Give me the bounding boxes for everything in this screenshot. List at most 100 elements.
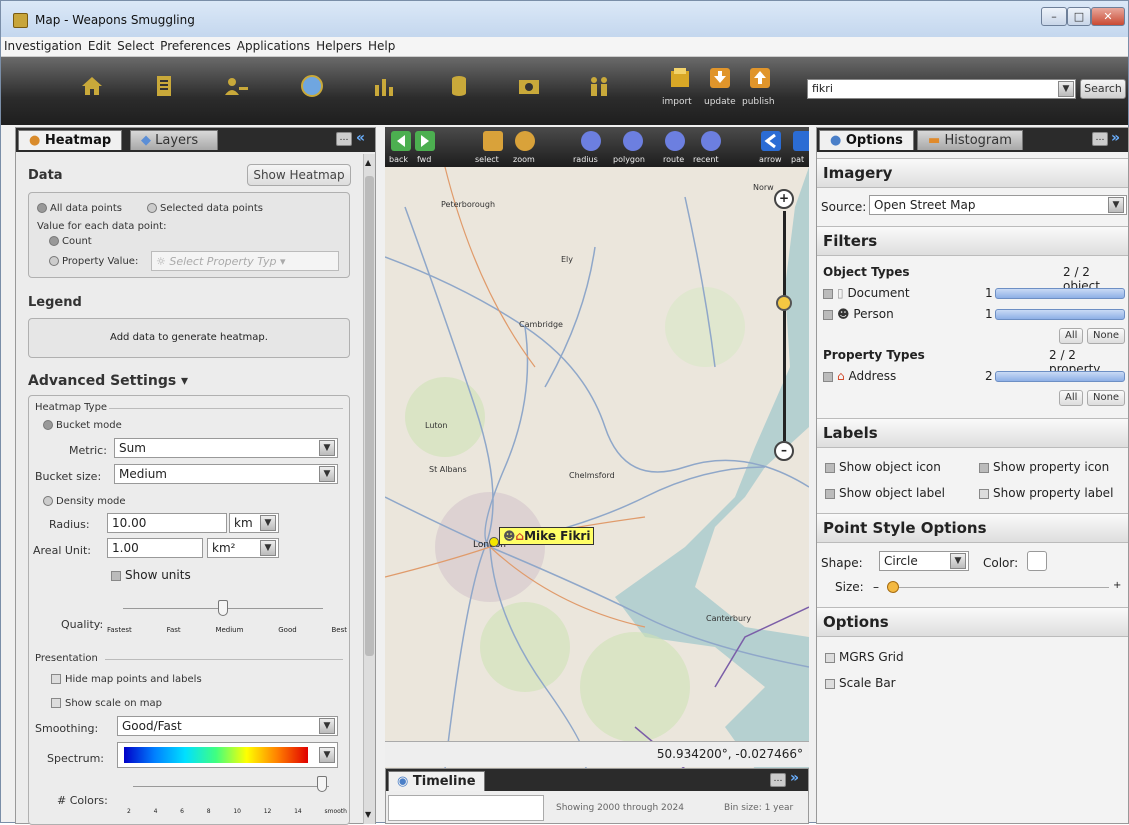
radius-input[interactable]: 10.00: [107, 513, 227, 533]
home-icon[interactable]: [79, 73, 105, 99]
all-points-radio[interactable]: All data points: [37, 203, 122, 214]
menu-preferences[interactable]: Preferences: [157, 37, 234, 53]
collapse-left-icon[interactable]: «: [356, 130, 365, 146]
density-mode-radio[interactable]: Density mode: [43, 496, 126, 507]
filter-address[interactable]: ⌂ Address: [823, 369, 896, 383]
mgrs-grid-checkbox[interactable]: MGRS Grid: [825, 650, 904, 664]
properties-all-button[interactable]: All: [1059, 390, 1084, 406]
menu-applications[interactable]: Applications: [234, 37, 313, 53]
tab-options[interactable]: ● Options: [819, 130, 914, 150]
selected-points-radio[interactable]: Selected data points: [147, 203, 263, 214]
areal-unit-select[interactable]: km² ▼: [207, 538, 279, 558]
menu-investigation[interactable]: Investigation: [1, 37, 85, 53]
polygon-icon[interactable]: [623, 131, 643, 151]
route-icon[interactable]: [665, 131, 685, 151]
show-heatmap-button[interactable]: Show Heatmap: [247, 164, 351, 186]
left-panel-scrollbar[interactable]: ▲ ▼: [363, 154, 375, 824]
database-icon[interactable]: [446, 73, 472, 99]
search-input[interactable]: fikri: [807, 79, 1076, 99]
source-select[interactable]: Open Street Map ▼: [869, 195, 1127, 215]
publish-icon[interactable]: [749, 67, 771, 89]
panel-menu-button[interactable]: …: [336, 132, 352, 146]
hide-points-checkbox[interactable]: Hide map points and labels: [51, 674, 202, 685]
zoom-in-button[interactable]: +: [774, 189, 794, 209]
import-icon[interactable]: [669, 67, 691, 89]
path-tool-icon[interactable]: [793, 131, 809, 151]
size-slider-track[interactable]: [887, 587, 1109, 588]
advanced-settings-toggle[interactable]: Advanced Settings ▾: [28, 373, 188, 389]
collapse-right-icon[interactable]: »: [1111, 130, 1120, 146]
zoom-out-button[interactable]: –: [774, 441, 794, 461]
zoom-slider-track[interactable]: [783, 211, 786, 441]
bucket-mode-radio[interactable]: Bucket mode: [43, 420, 122, 431]
bucket-size-select[interactable]: Medium ▼: [114, 464, 338, 484]
forward-arrow-icon[interactable]: [415, 131, 435, 151]
camera-icon[interactable]: [516, 73, 542, 99]
scroll-down-icon[interactable]: ▼: [365, 810, 371, 819]
areal-unit-input[interactable]: 1.00: [107, 538, 203, 558]
metric-select[interactable]: Sum ▼: [114, 438, 338, 458]
show-property-icon-checkbox[interactable]: Show property icon: [979, 460, 1109, 474]
properties-none-button[interactable]: None: [1087, 390, 1126, 406]
color-swatch[interactable]: [1027, 551, 1047, 571]
smoothing-select[interactable]: Good/Fast ▼: [117, 716, 338, 736]
tab-heatmap[interactable]: ● Heatmap: [18, 130, 123, 150]
document-icon[interactable]: [151, 73, 177, 99]
globe-icon[interactable]: [299, 73, 325, 99]
objects-all-button[interactable]: All: [1059, 328, 1084, 344]
timeline-search-input[interactable]: [388, 795, 544, 821]
map-point[interactable]: [489, 537, 499, 547]
maximize-button[interactable]: □: [1067, 7, 1091, 26]
show-units-checkbox[interactable]: Show units: [111, 568, 191, 582]
scroll-up-icon[interactable]: ▲: [365, 158, 371, 167]
show-object-icon-checkbox[interactable]: Show object icon: [825, 460, 941, 474]
radius-icon[interactable]: [581, 131, 601, 151]
map-marker-label[interactable]: ☻⌂Mike Fikri: [499, 527, 595, 545]
scale-bar-checkbox[interactable]: Scale Bar: [825, 676, 896, 690]
spectrum-select[interactable]: ▼: [117, 742, 338, 768]
property-value-radio[interactable]: Property Value:: [49, 256, 138, 267]
menu-edit[interactable]: Edit: [85, 37, 114, 53]
show-property-label-checkbox[interactable]: Show property label: [979, 486, 1113, 500]
update-icon[interactable]: [709, 67, 731, 89]
menu-select[interactable]: Select: [114, 37, 157, 53]
minimize-button[interactable]: –: [1041, 7, 1067, 26]
scroll-thumb[interactable]: [365, 176, 374, 656]
map-view[interactable]: back fwd select zoom radius polygon rout…: [385, 127, 809, 769]
colors-slider-track[interactable]: [133, 786, 329, 787]
chevron-down-icon[interactable]: ▼: [1058, 81, 1074, 97]
timeline-menu-button[interactable]: …: [770, 773, 786, 787]
quality-slider-thumb[interactable]: [218, 600, 228, 616]
expand-timeline-icon[interactable]: »: [790, 770, 799, 786]
tab-layers[interactable]: ◆ Layers: [130, 130, 218, 150]
place-label: Ely: [561, 255, 574, 264]
menu-helpers[interactable]: Helpers: [313, 37, 365, 53]
zoom-icon[interactable]: [515, 131, 535, 151]
count-radio[interactable]: Count: [49, 236, 92, 247]
radius-unit-select[interactable]: km ▼: [229, 513, 279, 533]
tab-timeline[interactable]: ◉ Timeline: [388, 771, 485, 791]
right-panel-menu-button[interactable]: …: [1092, 132, 1108, 146]
shape-select[interactable]: Circle ▼: [879, 551, 969, 571]
close-button[interactable]: ✕: [1091, 7, 1125, 26]
people-icon[interactable]: [586, 73, 612, 99]
back-arrow-icon[interactable]: [391, 131, 411, 151]
filter-document[interactable]: ▯ Document: [823, 286, 910, 300]
arrow-tool-icon[interactable]: [761, 131, 781, 151]
objects-none-button[interactable]: None: [1087, 328, 1126, 344]
show-scale-checkbox[interactable]: Show scale on map: [51, 698, 162, 709]
search-button[interactable]: Search: [1080, 79, 1126, 99]
show-object-label-checkbox[interactable]: Show object label: [825, 486, 945, 500]
filter-person[interactable]: ☻ Person: [823, 307, 894, 321]
tab-histogram[interactable]: ▬ Histogram: [917, 130, 1023, 150]
property-type-select[interactable]: ☼ Select Property Typ ▾: [151, 251, 339, 271]
recent-icon[interactable]: [701, 131, 721, 151]
zoom-slider-thumb[interactable]: [776, 295, 792, 311]
person-list-icon[interactable]: [223, 73, 249, 99]
select-icon[interactable]: [483, 131, 503, 151]
colors-slider-thumb[interactable]: [317, 776, 327, 792]
menu-help[interactable]: Help: [365, 37, 398, 53]
size-plus-icon: +: [1113, 580, 1122, 591]
chart-icon[interactable]: [371, 73, 397, 99]
size-slider-thumb[interactable]: [887, 581, 899, 593]
